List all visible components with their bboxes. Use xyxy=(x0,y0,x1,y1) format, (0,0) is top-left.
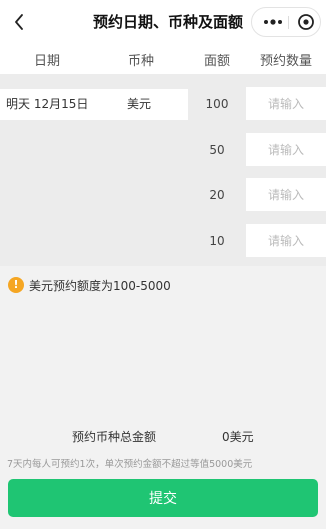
more-button[interactable] xyxy=(261,8,285,36)
denomination-label: 20 xyxy=(209,188,225,202)
header-date: 日期 xyxy=(34,54,61,69)
denomination-label: 10 xyxy=(209,234,225,248)
table-header: 日期 币种 面额 预约数量 xyxy=(0,44,326,74)
reservation-rule-text: 7天内每人可预约1次，单次预约金额不超过等值5000美元 xyxy=(7,459,253,470)
denomination-label: 50 xyxy=(209,143,225,157)
header-quantity: 预约数量 xyxy=(260,54,313,69)
denomination-label: 100 xyxy=(205,97,229,111)
capsule-divider xyxy=(288,16,289,29)
header-currency: 币种 xyxy=(128,54,155,69)
currency-select[interactable]: 美元 xyxy=(110,89,188,120)
more-dots-icon xyxy=(264,19,282,25)
quantity-input-20[interactable] xyxy=(246,178,326,211)
warning-icon: ! xyxy=(8,277,24,293)
reservation-table: 明天 12月15日 美元 100 50 20 10 xyxy=(0,74,326,266)
target-circle-icon xyxy=(298,14,314,30)
date-select[interactable]: 明天 12月15日 xyxy=(0,89,110,120)
back-button[interactable] xyxy=(10,12,28,32)
close-mini-program-button[interactable] xyxy=(294,8,318,36)
notice-text: 美元预约额度为100-5000 xyxy=(29,278,171,293)
quantity-input-10[interactable] xyxy=(246,224,326,257)
submit-button[interactable]: 提交 xyxy=(8,479,318,517)
total-amount-value: 0美元 xyxy=(222,430,254,444)
total-amount-label: 预约币种总金额 xyxy=(72,430,157,444)
quantity-input-50[interactable] xyxy=(246,133,326,166)
page-title: 预约日期、币种及面额 xyxy=(92,13,243,31)
quota-notice: ! 美元预约额度为100-5000 xyxy=(8,276,171,294)
quantity-input-100[interactable] xyxy=(246,87,326,120)
header-denomination: 面额 xyxy=(204,54,231,69)
chevron-left-icon xyxy=(15,14,23,30)
mini-program-capsule xyxy=(251,7,321,37)
navigation-bar: 预约日期、币种及面额 xyxy=(0,0,326,44)
